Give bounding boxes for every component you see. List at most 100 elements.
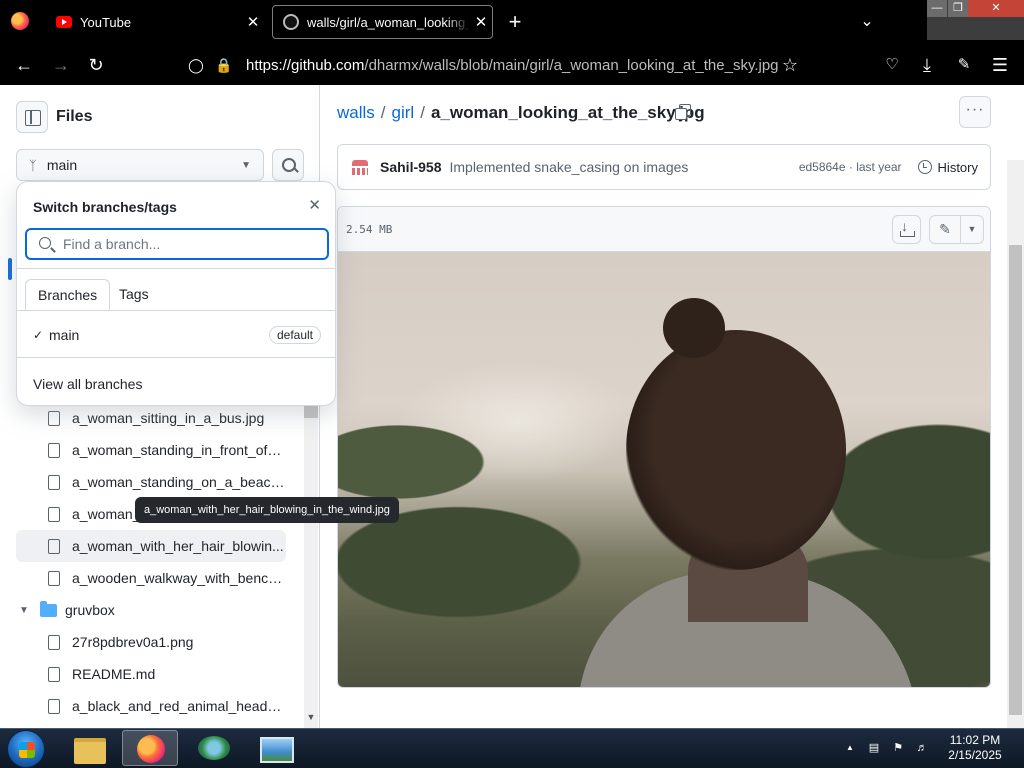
file-search-button[interactable] bbox=[272, 149, 304, 181]
divider bbox=[17, 310, 335, 311]
tree-item-label: 27r8pdbrev0a1.png bbox=[72, 634, 194, 650]
volume-icon[interactable]: ♬ bbox=[914, 741, 930, 755]
divider bbox=[17, 268, 335, 269]
breadcrumb-repo-link[interactable]: walls bbox=[337, 103, 375, 123]
tree-folder[interactable]: ▼ gruvbox bbox=[16, 594, 286, 626]
folder-icon bbox=[40, 600, 57, 617]
chevron-down-icon[interactable]: ▼ bbox=[16, 605, 32, 616]
tree-item[interactable]: a_woman_sitting_in_a_bus.jpg bbox=[16, 402, 286, 434]
tree-item[interactable]: README.md bbox=[16, 658, 286, 690]
url-bar[interactable]: ◯ 🔒 https://github.com/dharmx/walls/blob… bbox=[186, 52, 806, 78]
tree-item-label: gruvbox bbox=[65, 602, 115, 618]
tree-item-label: a_black_and_red_animal_head_w... bbox=[72, 698, 286, 714]
firefox-icon[interactable] bbox=[11, 12, 29, 30]
tree-item[interactable]: 27r8pdbrev0a1.png bbox=[16, 626, 286, 658]
list-tabs-chevron-icon[interactable]: ⌄ bbox=[855, 10, 879, 34]
new-tab-button[interactable]: + bbox=[503, 9, 527, 35]
commit-author-link[interactable]: Sahil-958 bbox=[380, 159, 441, 175]
extensions-icon[interactable]: ✎ bbox=[951, 52, 977, 78]
sidebar-scrollbar[interactable] bbox=[304, 402, 318, 728]
tray-expand-icon[interactable]: ▲ bbox=[842, 741, 858, 755]
taskbar-image-viewer-icon[interactable] bbox=[248, 730, 304, 766]
more-options-button[interactable]: ··· bbox=[959, 96, 991, 128]
page-scroll-thumb[interactable] bbox=[1009, 245, 1022, 715]
file-size: 2.54 MB bbox=[346, 223, 393, 236]
branch-switcher-popover: Switch branches/tags ✕ Find a branch... … bbox=[16, 181, 336, 406]
default-badge: default bbox=[268, 326, 321, 344]
tree-item[interactable]: a_wooden_walkway_with_bench... bbox=[16, 562, 286, 594]
taskbar-clock[interactable]: 11:02 PM 2/15/2025 bbox=[940, 733, 1010, 763]
branch-name: main bbox=[46, 157, 78, 173]
close-window-button[interactable]: ✕ bbox=[968, 0, 1024, 17]
start-button[interactable] bbox=[7, 730, 45, 768]
pocket-icon[interactable]: ♡ bbox=[879, 52, 905, 78]
url-text[interactable]: https://github.com/dharmx/walls/blob/mai… bbox=[246, 57, 779, 74]
file-icon bbox=[48, 634, 60, 650]
bookmark-star-icon[interactable]: ☆ bbox=[777, 52, 803, 78]
taskbar-download-manager-icon[interactable] bbox=[186, 730, 242, 766]
edit-pencil-icon[interactable]: ✎ bbox=[930, 216, 961, 243]
tree-item-label: a_woman_sitting_in_a_bus.jpg bbox=[72, 410, 265, 426]
tab-close-icon[interactable]: ✕ bbox=[470, 13, 492, 31]
tree-item[interactable]: a_woman_standing_in_front_of_... bbox=[16, 434, 286, 466]
breadcrumb-folder-link[interactable]: girl bbox=[392, 103, 415, 123]
github-icon bbox=[283, 14, 299, 30]
clock-date: 2/15/2025 bbox=[948, 748, 1002, 762]
branch-row-main[interactable]: ✓ main default bbox=[33, 324, 321, 346]
image-preview bbox=[338, 252, 990, 687]
taskbar-file-explorer-icon[interactable] bbox=[62, 730, 118, 766]
back-arrow-icon[interactable]: ← bbox=[11, 52, 37, 78]
tree-item-label: a_woman_standing_in_front_of_... bbox=[72, 442, 286, 458]
branch-search-input[interactable]: Find a branch... bbox=[25, 228, 329, 260]
avatar[interactable] bbox=[350, 157, 370, 177]
maximize-button[interactable]: ❐ bbox=[948, 0, 968, 17]
file-icon bbox=[48, 666, 60, 682]
commit-message-link[interactable]: Implemented snake_casing on images bbox=[449, 159, 798, 175]
download-button[interactable] bbox=[892, 215, 921, 244]
tab-branches[interactable]: Branches bbox=[25, 279, 111, 311]
reload-icon[interactable]: ↻ bbox=[83, 52, 109, 78]
window-controls: — ❐ ✕ bbox=[927, 0, 1024, 40]
shield-icon[interactable]: ◯ bbox=[186, 57, 206, 74]
breadcrumb-separator: / bbox=[380, 103, 386, 122]
file-icon bbox=[48, 698, 60, 714]
tab-title: YouTube bbox=[80, 14, 132, 30]
tree-item-label: a_woman_standing_on_a_beach... bbox=[72, 474, 286, 490]
popover-title: Switch branches/tags bbox=[33, 199, 177, 215]
tree-item-selected[interactable]: a_woman_with_her_hair_blowin... bbox=[16, 530, 286, 562]
tab-close-icon[interactable]: ✕ bbox=[242, 13, 264, 31]
edit-dropdown-caret-icon[interactable]: ▼ bbox=[961, 216, 983, 243]
tree-item[interactable]: a_black_and_red_animal_head_w... bbox=[16, 690, 286, 722]
downloads-icon[interactable]: ⤓ bbox=[914, 52, 940, 78]
clock-time: 11:02 PM bbox=[949, 733, 1001, 747]
tab-title: walls/girl/a_woman_looking_at_the_sky.jp… bbox=[307, 14, 470, 30]
tree-item[interactable]: a_woman_standing_on_a_beach... bbox=[16, 466, 286, 498]
commit-meta[interactable]: ed5864e · last year bbox=[799, 160, 902, 174]
view-all-branches-link[interactable]: View all branches bbox=[33, 376, 142, 392]
forward-arrow-icon[interactable]: → bbox=[48, 52, 74, 78]
divider bbox=[17, 357, 335, 358]
history-clock-icon bbox=[917, 160, 932, 174]
tab-tags[interactable]: Tags bbox=[107, 279, 161, 311]
menu-hamburger-icon[interactable]: ☰ bbox=[987, 52, 1013, 78]
file-viewer: 2.54 MB ✎ ▼ bbox=[337, 206, 991, 688]
history-button[interactable]: History bbox=[917, 160, 978, 175]
tree-item-label: a_wooden_walkway_with_bench... bbox=[72, 570, 286, 586]
copy-path-icon[interactable] bbox=[675, 104, 691, 120]
close-icon[interactable]: ✕ bbox=[308, 196, 321, 214]
scroll-down-arrow-icon[interactable]: ▼ bbox=[304, 712, 318, 726]
network-icon[interactable]: ▤ bbox=[866, 741, 882, 755]
latest-commit-bar: Sahil-958 Implemented snake_casing on im… bbox=[337, 144, 991, 190]
minimize-button[interactable]: — bbox=[927, 0, 947, 17]
system-tray: ▲ ▤ ⚑ ♬ bbox=[842, 738, 930, 758]
file-icon bbox=[48, 570, 60, 586]
action-center-flag-icon[interactable]: ⚑ bbox=[890, 741, 906, 755]
sidebar-toggle-icon[interactable] bbox=[16, 101, 48, 133]
taskbar-firefox-icon[interactable] bbox=[122, 730, 178, 766]
tab-github[interactable]: walls/girl/a_woman_looking_at_the_sky.jp… bbox=[272, 5, 493, 39]
lock-icon[interactable]: 🔒 bbox=[214, 57, 234, 74]
selected-item-indicator bbox=[8, 258, 12, 280]
tab-youtube[interactable]: YouTube ✕ bbox=[46, 5, 264, 39]
file-icon bbox=[48, 506, 60, 522]
branch-selector-button[interactable]: ᛉ main ▼ bbox=[16, 149, 264, 181]
